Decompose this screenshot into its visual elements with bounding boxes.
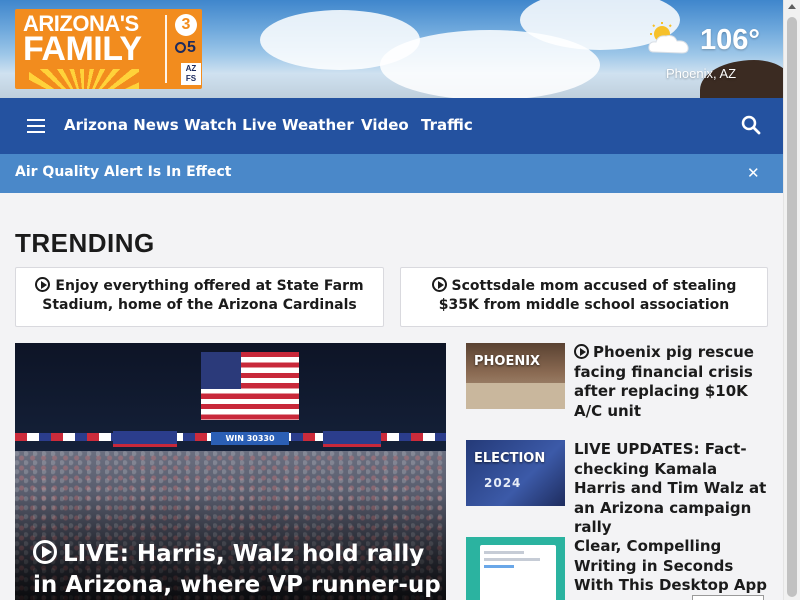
nav-video[interactable]: Video — [361, 116, 409, 134]
partly-cloudy-icon — [648, 22, 689, 54]
current-temperature[interactable]: 106° — [700, 24, 760, 57]
story-title[interactable]: LIVE UPDATES: Fact-checking Kamala Harri… — [574, 440, 768, 538]
hamburger-menu-icon[interactable] — [27, 119, 45, 133]
channel-3-badge: 3 — [175, 14, 197, 36]
sponsored-story-card[interactable]: Clear, Compelling Writing in Seconds Wit… — [466, 537, 768, 600]
trending-item[interactable]: Enjoy everything offered at State Farm S… — [15, 267, 384, 327]
story-category-label: ELECTION — [474, 451, 546, 466]
screenshot-line — [484, 565, 514, 568]
play-video-icon — [574, 344, 589, 359]
nav-weather[interactable]: Weather — [282, 116, 354, 134]
story-thumbnail[interactable] — [466, 537, 565, 600]
play-video-icon — [33, 540, 57, 564]
rally-bunting — [323, 431, 381, 447]
nav-arizona-news[interactable]: Arizona News — [64, 116, 179, 134]
azfs-badge: AZ FS — [181, 63, 201, 85]
scroll-thumb[interactable] — [787, 17, 797, 597]
trending-heading: TRENDING — [15, 228, 155, 258]
american-flag-image — [201, 352, 299, 420]
scroll-up-arrow-icon[interactable] — [788, 4, 796, 9]
rally-bunting — [113, 431, 177, 447]
thumb-year-text: 2024 — [484, 476, 522, 490]
story-thumbnail[interactable]: PHOENIX — [466, 343, 565, 409]
main-navigation: Arizona News Watch Live Weather Video Tr… — [0, 98, 783, 154]
logo-text-family: FAMILY — [23, 30, 142, 68]
story-title[interactable]: Phoenix pig rescue facing financial cris… — [574, 343, 768, 421]
rally-sign: WIN 30330 — [211, 432, 289, 445]
cbs-eye-icon — [175, 42, 186, 53]
search-icon[interactable] — [741, 115, 761, 135]
sunburst-graphic — [29, 69, 139, 89]
play-video-icon — [431, 277, 447, 292]
story-title-text: Phoenix pig rescue facing financial cris… — [574, 343, 754, 420]
alert-banner: Air Quality Alert Is In Effect ✕ — [0, 154, 783, 193]
story-card[interactable]: 2024 ELECTION LIVE UPDATES: Fact-checkin… — [466, 440, 768, 536]
screenshot-line — [484, 551, 524, 554]
cbs5-badge: 5 — [175, 39, 196, 57]
nav-watch-live[interactable]: Watch Live — [184, 116, 277, 134]
nav-traffic[interactable]: Traffic — [421, 116, 473, 134]
story-thumbnail[interactable]: 2024 ELECTION — [466, 440, 565, 506]
cbs-number: 5 — [187, 39, 196, 56]
hero-headline[interactable]: LIVE: Harris, Walz hold rally in Arizona… — [33, 539, 443, 600]
story-category-label: PHOENIX — [474, 354, 541, 369]
hero-headline-text: LIVE: Harris, Walz hold rally in Arizona… — [33, 541, 441, 598]
play-video-icon — [35, 277, 51, 292]
story-card[interactable]: PHOENIX Phoenix pig rescue facing financ… — [466, 343, 768, 423]
app-screenshot — [480, 545, 556, 600]
site-header: ARIZONA'S FAMILY 3 5 AZ FS 106° Phoenix,… — [0, 0, 783, 98]
trending-item-title: Scottsdale mom accused of stealing $35K … — [438, 278, 737, 313]
logo-divider — [165, 15, 167, 83]
ground-texture — [466, 383, 565, 409]
vertical-scrollbar[interactable] — [783, 0, 800, 600]
weather-location: Phoenix, AZ — [666, 66, 737, 81]
sponsored-tag[interactable] — [692, 595, 764, 600]
story-title[interactable]: Clear, Compelling Writing in Seconds Wit… — [574, 537, 768, 596]
site-logo[interactable]: ARIZONA'S FAMILY 3 5 AZ FS — [15, 9, 202, 89]
screenshot-line — [484, 558, 540, 561]
trending-item-title: Enjoy everything offered at State Farm S… — [42, 278, 364, 313]
trending-item[interactable]: Scottsdale mom accused of stealing $35K … — [400, 267, 768, 327]
hero-story[interactable]: WIN 30330 LIVE: Harris, Walz hold rally … — [15, 343, 446, 600]
air-quality-alert-link[interactable]: Air Quality Alert Is In Effect — [15, 164, 231, 180]
close-icon[interactable]: ✕ — [747, 164, 760, 182]
